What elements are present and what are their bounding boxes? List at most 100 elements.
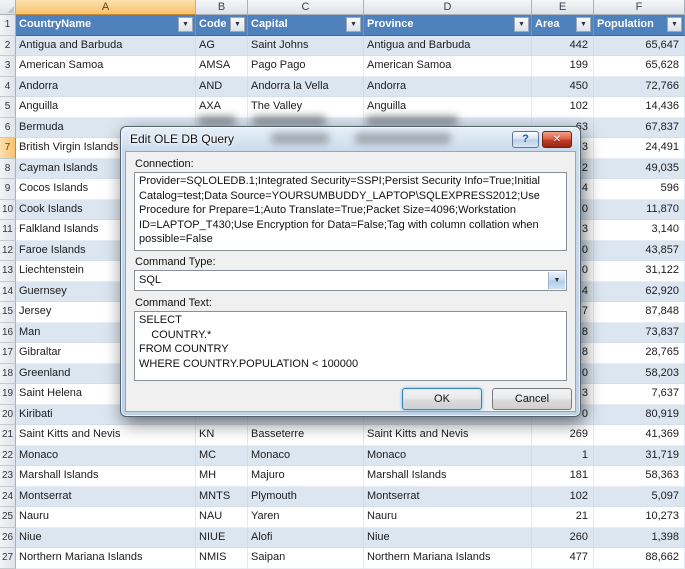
cell-E2[interactable]: 442 <box>532 35 594 56</box>
row-header-10[interactable]: 10 <box>0 199 16 220</box>
row-header-17[interactable]: 17 <box>0 343 16 364</box>
filter-dropdown-icon[interactable]: ▼ <box>230 17 245 33</box>
cell-F2[interactable]: 65,647 <box>594 35 685 56</box>
cell-F26[interactable]: 1,398 <box>594 527 685 548</box>
cell-D27[interactable]: Northern Mariana Islands <box>364 548 532 569</box>
cell-B21[interactable]: KN <box>196 425 248 446</box>
cell-D4[interactable]: Andorra <box>364 76 532 97</box>
cell-C2[interactable]: Saint Johns <box>248 35 364 56</box>
cell-C22[interactable]: Monaco <box>248 445 364 466</box>
cell-F24[interactable]: 5,097 <box>594 486 685 507</box>
cell-E25[interactable]: 21 <box>532 507 594 528</box>
row-header-6[interactable]: 6 <box>0 117 16 138</box>
column-header-D[interactable]: D <box>364 0 532 15</box>
cell-A5[interactable]: Anguilla <box>16 97 196 118</box>
row-header-21[interactable]: 21 <box>0 425 16 446</box>
cell-D25[interactable]: Nauru <box>364 507 532 528</box>
cell-A26[interactable]: Niue <box>16 527 196 548</box>
cell-B4[interactable]: AND <box>196 76 248 97</box>
cell-E3[interactable]: 199 <box>532 56 594 77</box>
cell-A24[interactable]: Montserrat <box>16 486 196 507</box>
cell-A22[interactable]: Monaco <box>16 445 196 466</box>
cell-E24[interactable]: 102 <box>532 486 594 507</box>
row-header-15[interactable]: 15 <box>0 302 16 323</box>
cell-D24[interactable]: Montserrat <box>364 486 532 507</box>
cell-D22[interactable]: Monaco <box>364 445 532 466</box>
cell-F7[interactable]: 24,491 <box>594 138 685 159</box>
cell-F21[interactable]: 41,369 <box>594 425 685 446</box>
filter-dropdown-icon[interactable]: ▼ <box>667 17 682 33</box>
cell-F8[interactable]: 49,035 <box>594 158 685 179</box>
cell-D21[interactable]: Saint Kitts and Nevis <box>364 425 532 446</box>
cell-A23[interactable]: Marshall Islands <box>16 466 196 487</box>
cell-B24[interactable]: MNTS <box>196 486 248 507</box>
cell-E21[interactable]: 269 <box>532 425 594 446</box>
row-header-26[interactable]: 26 <box>0 527 16 548</box>
column-header-E[interactable]: E <box>532 0 594 15</box>
filter-dropdown-icon[interactable]: ▼ <box>514 17 529 33</box>
row-header-3[interactable]: 3 <box>0 56 16 77</box>
row-header-5[interactable]: 5 <box>0 97 16 118</box>
header-cell-C[interactable]: Capital ▼ <box>248 15 364 36</box>
row-header-4[interactable]: 4 <box>0 76 16 97</box>
cell-C26[interactable]: Alofi <box>248 527 364 548</box>
header-cell-D[interactable]: Province ▼ <box>364 15 532 36</box>
connection-textbox[interactable]: Provider=SQLOLEDB.1;Integrated Security=… <box>134 172 567 251</box>
command-text-textbox[interactable]: SELECT COUNTRY.* FROM COUNTRY WHERE COUN… <box>134 311 567 381</box>
cell-F10[interactable]: 11,870 <box>594 199 685 220</box>
row-header-16[interactable]: 16 <box>0 322 16 343</box>
filter-dropdown-icon[interactable]: ▼ <box>346 17 361 33</box>
cell-A4[interactable]: Andorra <box>16 76 196 97</box>
cell-C23[interactable]: Majuro <box>248 466 364 487</box>
cell-C4[interactable]: Andorra la Vella <box>248 76 364 97</box>
row-header-22[interactable]: 22 <box>0 445 16 466</box>
cell-F11[interactable]: 3,140 <box>594 220 685 241</box>
ok-button[interactable]: OK <box>402 388 482 410</box>
close-icon[interactable]: ✕ <box>542 131 572 148</box>
cell-F9[interactable]: 596 <box>594 179 685 200</box>
cell-F27[interactable]: 88,662 <box>594 548 685 569</box>
cell-A21[interactable]: Saint Kitts and Nevis <box>16 425 196 446</box>
cell-F17[interactable]: 28,765 <box>594 343 685 364</box>
cell-B25[interactable]: NAU <box>196 507 248 528</box>
column-header-A[interactable]: A <box>16 0 196 15</box>
cell-F15[interactable]: 87,848 <box>594 302 685 323</box>
dialog-titlebar[interactable]: Edit OLE DB Query ? ✕ <box>121 127 580 151</box>
row-header-12[interactable]: 12 <box>0 240 16 261</box>
header-cell-A[interactable]: CountryName ▼ <box>16 15 196 36</box>
row-header-11[interactable]: 11 <box>0 220 16 241</box>
cell-E22[interactable]: 1 <box>532 445 594 466</box>
cell-B2[interactable]: AG <box>196 35 248 56</box>
cancel-button[interactable]: Cancel <box>492 388 572 410</box>
column-header-B[interactable]: B <box>196 0 248 15</box>
row-header-1[interactable]: 1 <box>0 15 16 36</box>
row-header-23[interactable]: 23 <box>0 466 16 487</box>
cell-D2[interactable]: Antigua and Barbuda <box>364 35 532 56</box>
row-header-24[interactable]: 24 <box>0 486 16 507</box>
combo-dropdown-button[interactable]: ▼ <box>548 272 565 289</box>
row-header-18[interactable]: 18 <box>0 363 16 384</box>
header-cell-F[interactable]: Population ▼ <box>594 15 685 36</box>
cell-B3[interactable]: AMSA <box>196 56 248 77</box>
filter-dropdown-icon[interactable]: ▼ <box>178 17 193 33</box>
cell-B26[interactable]: NIUE <box>196 527 248 548</box>
header-cell-B[interactable]: Code ▼ <box>196 15 248 36</box>
cell-C27[interactable]: Saipan <box>248 548 364 569</box>
cell-C25[interactable]: Yaren <box>248 507 364 528</box>
cell-F19[interactable]: 7,637 <box>594 384 685 405</box>
cell-A27[interactable]: Northern Mariana Islands <box>16 548 196 569</box>
cell-F18[interactable]: 58,203 <box>594 363 685 384</box>
cell-F16[interactable]: 73,837 <box>594 322 685 343</box>
cell-A25[interactable]: Nauru <box>16 507 196 528</box>
cell-E27[interactable]: 477 <box>532 548 594 569</box>
row-header-25[interactable]: 25 <box>0 507 16 528</box>
cell-E4[interactable]: 450 <box>532 76 594 97</box>
column-header-C[interactable]: C <box>248 0 364 15</box>
cell-B22[interactable]: MC <box>196 445 248 466</box>
cell-D3[interactable]: American Samoa <box>364 56 532 77</box>
command-type-combobox[interactable]: SQL ▼ <box>134 270 567 291</box>
column-header-F[interactable]: F <box>594 0 685 15</box>
select-all-corner[interactable] <box>0 0 16 15</box>
cell-F13[interactable]: 31,122 <box>594 261 685 282</box>
cell-F5[interactable]: 14,436 <box>594 97 685 118</box>
